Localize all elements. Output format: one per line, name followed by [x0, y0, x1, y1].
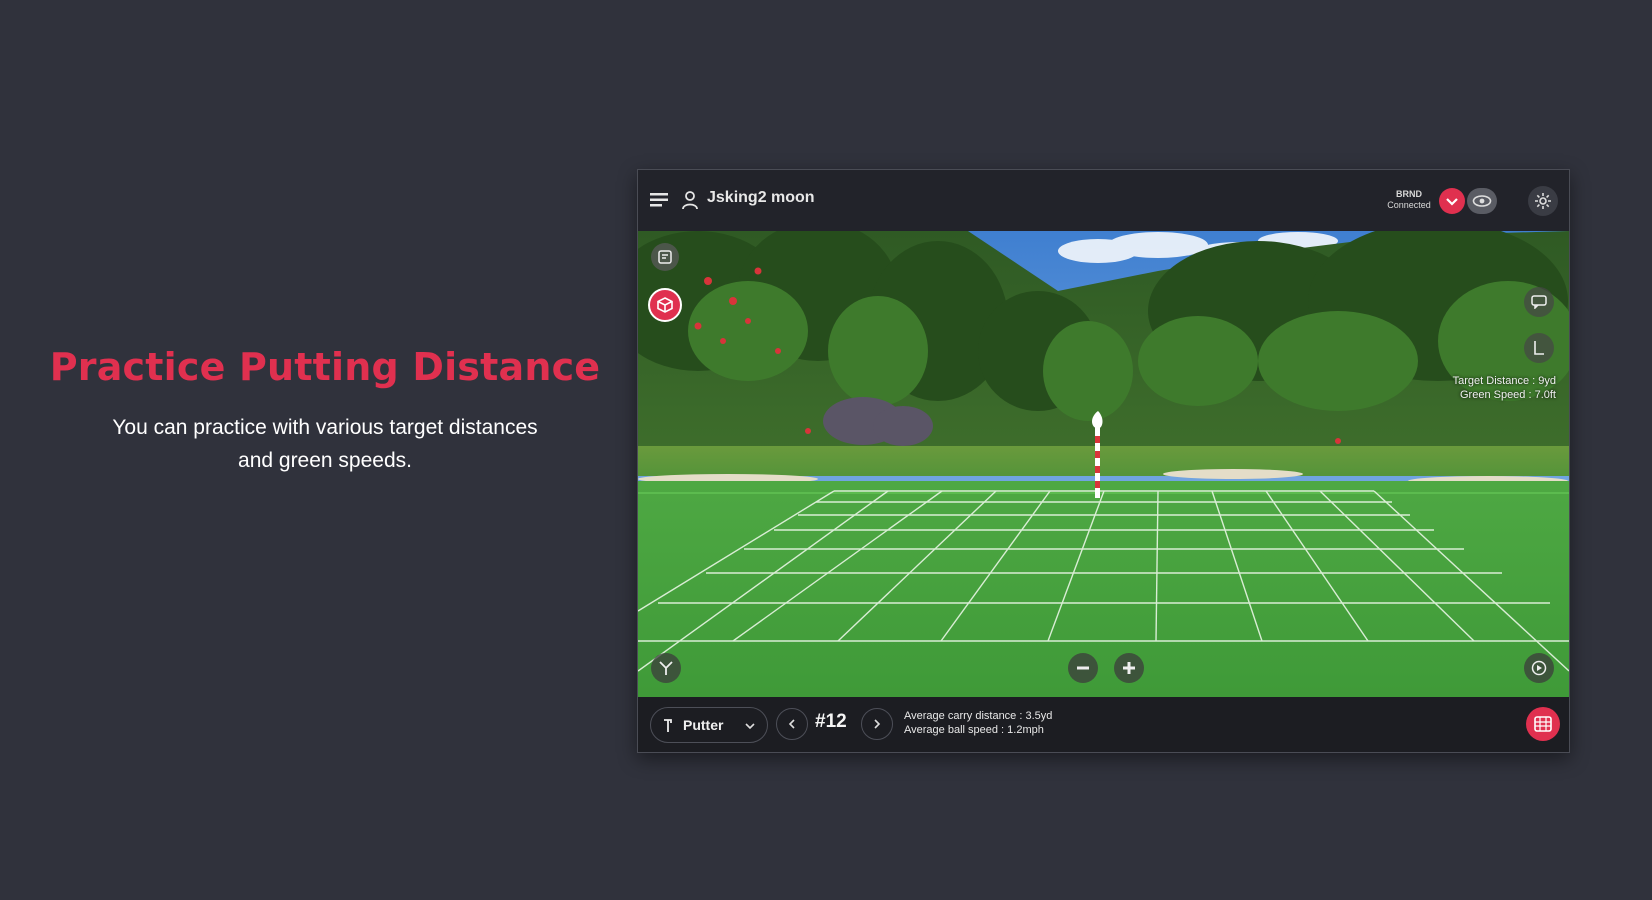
promo-section: Practice Putting Distance You can practi… [40, 345, 610, 477]
club-select-value: Putter [683, 717, 724, 733]
settings-icon [1535, 193, 1551, 209]
chevron-down-icon [745, 723, 755, 730]
settings-button[interactable] [1528, 186, 1558, 216]
zoom-out-button[interactable] [1068, 653, 1098, 683]
scorecard-icon [1534, 716, 1552, 732]
app-window: Jsking2 moon BRND Connected Target Dista… [637, 169, 1570, 753]
view-cube-button[interactable] [648, 288, 682, 322]
zoom-in-button[interactable] [1114, 653, 1144, 683]
menu-icon[interactable] [650, 192, 670, 208]
average-ball-speed: Average ball speed : 1.2mph [904, 724, 1044, 736]
device-connection-status: BRND Connected [1380, 189, 1438, 211]
club-icon [659, 661, 673, 675]
putting-green-scene [638, 231, 1569, 697]
chat-button[interactable] [1524, 287, 1554, 317]
view-toggle-button[interactable] [1467, 188, 1497, 214]
target-distance: Target Distance : 9yd [1452, 375, 1556, 387]
username-label[interactable]: Jsking2 moon [707, 189, 815, 207]
putter-icon [661, 716, 679, 734]
plus-icon [1123, 662, 1135, 674]
previous-hole-button[interactable] [776, 708, 808, 740]
replay-button[interactable] [1524, 653, 1554, 683]
minus-icon [1077, 666, 1089, 670]
check-icon [1446, 198, 1458, 206]
record-icon [1531, 660, 1547, 676]
info-button[interactable] [651, 243, 679, 271]
chevron-right-icon [874, 719, 881, 729]
device-name: BRND [1396, 189, 1422, 199]
promo-description-line-2: and green speeds. [238, 449, 412, 472]
next-hole-button[interactable] [861, 708, 893, 740]
device-status: Connected [1387, 200, 1431, 210]
scorecard-button[interactable] [1526, 707, 1560, 741]
eye-icon [1472, 195, 1492, 207]
chevron-left-icon [788, 719, 795, 729]
info-icon [658, 250, 672, 264]
target-info: Target Distance : 9yd Green Speed : 7.0f… [1453, 374, 1556, 402]
user-icon[interactable] [681, 190, 699, 210]
green-speed: Green Speed : 7.0ft [1459, 389, 1556, 401]
chat-icon [1531, 295, 1547, 309]
hole-number: #12 [815, 711, 847, 732]
box-icon [657, 297, 673, 313]
connection-check-button[interactable] [1439, 188, 1465, 214]
promo-title: Practice Putting Distance [49, 345, 601, 389]
promo-description-line-1: You can practice with various target dis… [112, 416, 538, 439]
club-path-button[interactable] [651, 653, 681, 683]
bottom-bar: Putter #12 Average carry distance : 3.5y… [638, 697, 1569, 752]
top-bar: Jsking2 moon BRND Connected [638, 170, 1569, 231]
club-select[interactable]: Putter [650, 707, 768, 743]
flag-icon [1534, 341, 1544, 355]
putter-view-button[interactable] [1524, 333, 1554, 363]
shot-stats: Average carry distance : 3.5yd Average b… [904, 709, 1052, 737]
average-carry-distance: Average carry distance : 3.5yd [904, 710, 1053, 722]
promo-description: You can practice with various target dis… [40, 411, 610, 477]
game-viewport[interactable]: Target Distance : 9yd Green Speed : 7.0f… [638, 231, 1569, 697]
